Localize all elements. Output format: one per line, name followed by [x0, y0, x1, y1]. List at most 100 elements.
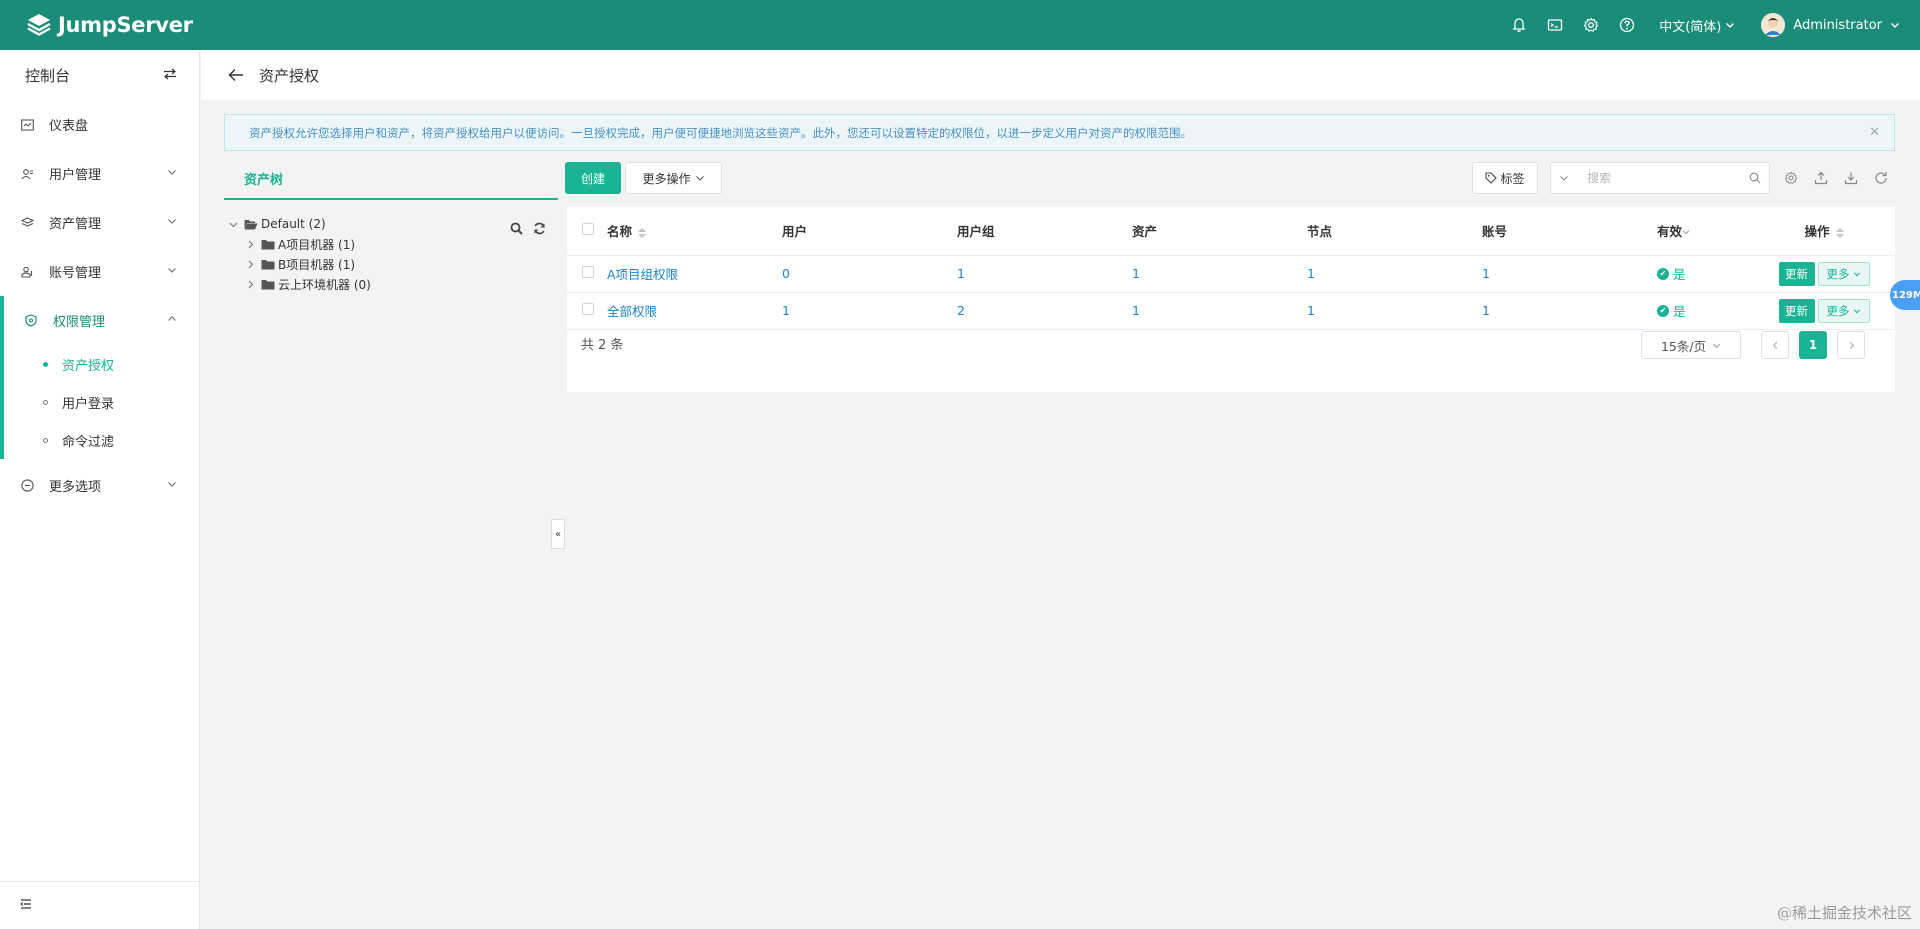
watermark: @稀土掘金技术社区: [1776, 904, 1912, 922]
search-input[interactable]: [1587, 171, 1741, 185]
chevron-down-icon[interactable]: [1551, 173, 1577, 183]
user-groups-count-link[interactable]: 1: [957, 266, 965, 281]
folder-icon: [261, 239, 275, 250]
chevron-left-icon: [1772, 341, 1777, 349]
tab-asset-tree[interactable]: 资产树: [224, 169, 303, 198]
prev-page-button[interactable]: [1761, 331, 1789, 359]
tree-node-root[interactable]: Default (2): [226, 214, 558, 234]
row-checkbox[interactable]: [582, 303, 594, 315]
assets-count-link[interactable]: 1: [1132, 303, 1140, 318]
refresh-icon[interactable]: [533, 222, 546, 239]
jumpserver-logo-icon: [24, 10, 54, 40]
pagination: 15条/页 1: [1641, 331, 1865, 359]
switch-view-icon[interactable]: [163, 66, 177, 84]
tree-node[interactable]: 云上环境机器 (0): [226, 274, 558, 294]
caret-right-icon[interactable]: [243, 260, 257, 269]
user-menu[interactable]: Administrator: [1761, 13, 1900, 37]
layers-icon: [20, 216, 34, 230]
nodes-count-link[interactable]: 1: [1307, 266, 1315, 281]
more-label: 更多: [1826, 266, 1850, 281]
create-button[interactable]: 创建: [565, 162, 621, 194]
help-icon[interactable]: [1609, 0, 1645, 50]
settings-icon[interactable]: [1783, 170, 1799, 186]
column-header-accounts: 账号: [1482, 207, 1657, 256]
search-icon[interactable]: [510, 222, 523, 239]
terminal-icon[interactable]: [1537, 0, 1573, 50]
gear-icon[interactable]: [1573, 0, 1609, 50]
tags-button[interactable]: 标签: [1472, 162, 1538, 194]
users-count-link[interactable]: 0: [782, 266, 790, 281]
collapse-tree-handle[interactable]: «: [551, 519, 565, 549]
check-circle-icon: ✔: [1657, 267, 1669, 280]
column-header-valid[interactable]: 有效: [1657, 207, 1753, 256]
page-number-current[interactable]: 1: [1799, 331, 1827, 359]
caret-right-icon[interactable]: [243, 240, 257, 249]
accounts-count-link[interactable]: 1: [1482, 266, 1490, 281]
chevron-down-icon: [167, 264, 177, 279]
more-options-icon: [20, 479, 34, 493]
total-count: 共 2 条: [581, 337, 624, 353]
memory-badge[interactable]: 129M: [1890, 280, 1920, 310]
page-size-select[interactable]: 15条/页: [1641, 331, 1741, 359]
avatar: [1761, 13, 1786, 37]
back-arrow-icon[interactable]: [227, 66, 245, 84]
page-size-label: 15条/页: [1660, 338, 1707, 354]
column-header-name[interactable]: 名称: [607, 207, 782, 256]
folder-icon: [261, 259, 275, 270]
collapse-sidebar-icon[interactable]: [20, 898, 32, 913]
sidebar-subitem-asset-permission[interactable]: 资产授权: [0, 345, 199, 383]
sidebar-item-more-options[interactable]: 更多选项: [0, 461, 199, 510]
column-header-nodes: 节点: [1307, 207, 1482, 256]
update-button[interactable]: 更新: [1778, 298, 1815, 323]
sidebar-item-users[interactable]: 用户管理: [0, 149, 199, 198]
sidebar-subitem-command-filter[interactable]: 命令过滤: [0, 421, 199, 459]
sort-icon[interactable]: [638, 227, 647, 238]
accounts-count-link[interactable]: 1: [1482, 303, 1490, 318]
tree-node[interactable]: B项目机器 (1): [226, 254, 558, 274]
sort-icon[interactable]: [1835, 227, 1844, 238]
caret-right-icon[interactable]: [243, 280, 257, 289]
search-icon[interactable]: [1741, 172, 1769, 184]
upload-icon[interactable]: [1813, 170, 1829, 186]
permission-name-link[interactable]: 全部权限: [607, 304, 657, 319]
caret-down-icon[interactable]: [226, 220, 240, 229]
tree-node[interactable]: A项目机器 (1): [226, 234, 558, 254]
update-button[interactable]: 更新: [1778, 261, 1815, 286]
column-header-actions[interactable]: 操作: [1753, 207, 1895, 256]
sidebar-item-permissions[interactable]: 权限管理: [0, 296, 199, 345]
row-checkbox[interactable]: [582, 266, 594, 278]
sidebar-subitem-user-login[interactable]: 用户登录: [0, 383, 199, 421]
bell-icon[interactable]: [1501, 0, 1537, 50]
tree-tools: [510, 222, 546, 239]
valid-label: 是: [1673, 304, 1686, 319]
sidebar-item-dashboard[interactable]: 仪表盘: [0, 100, 199, 149]
tree-node-label: Default (2): [261, 217, 326, 231]
close-icon[interactable]: ✕: [1869, 125, 1880, 140]
refresh-icon[interactable]: [1873, 170, 1889, 186]
users-count-link[interactable]: 1: [782, 303, 790, 318]
sidebar-subitem-label: 命令过滤: [62, 434, 115, 450]
folder-icon: [261, 279, 275, 290]
more-button[interactable]: 更多: [1817, 298, 1870, 323]
sidebar-footer: [0, 881, 199, 929]
next-page-button[interactable]: [1837, 331, 1865, 359]
sidebar-item-assets[interactable]: 资产管理: [0, 198, 199, 247]
permission-name-link[interactable]: A项目组权限: [607, 267, 678, 282]
chevron-down-icon: [1713, 343, 1721, 348]
info-alert: 资产授权允许您选择用户和资产，将资产授权给用户以便访问。一旦授权完成，用户便可便…: [224, 114, 1895, 151]
more-actions-button[interactable]: 更多操作: [625, 162, 722, 194]
user-groups-count-link[interactable]: 2: [957, 303, 965, 318]
sidebar-item-accounts[interactable]: 账号管理: [0, 247, 199, 296]
select-all-checkbox[interactable]: [582, 223, 594, 236]
download-icon[interactable]: [1843, 170, 1859, 186]
language-selector[interactable]: 中文(简体): [1659, 16, 1735, 35]
row-actions: 更新 更多: [1778, 298, 1870, 323]
nodes-count-link[interactable]: 1: [1307, 303, 1315, 318]
assets-count-link[interactable]: 1: [1132, 266, 1140, 281]
chevron-down-icon: [167, 166, 177, 181]
more-button[interactable]: 更多: [1817, 261, 1870, 286]
logo[interactable]: JumpServer: [24, 10, 193, 40]
column-header-assets: 资产: [1132, 207, 1307, 256]
chevron-down-icon: [1726, 23, 1735, 28]
tree-node-label: B项目机器 (1): [278, 257, 356, 272]
